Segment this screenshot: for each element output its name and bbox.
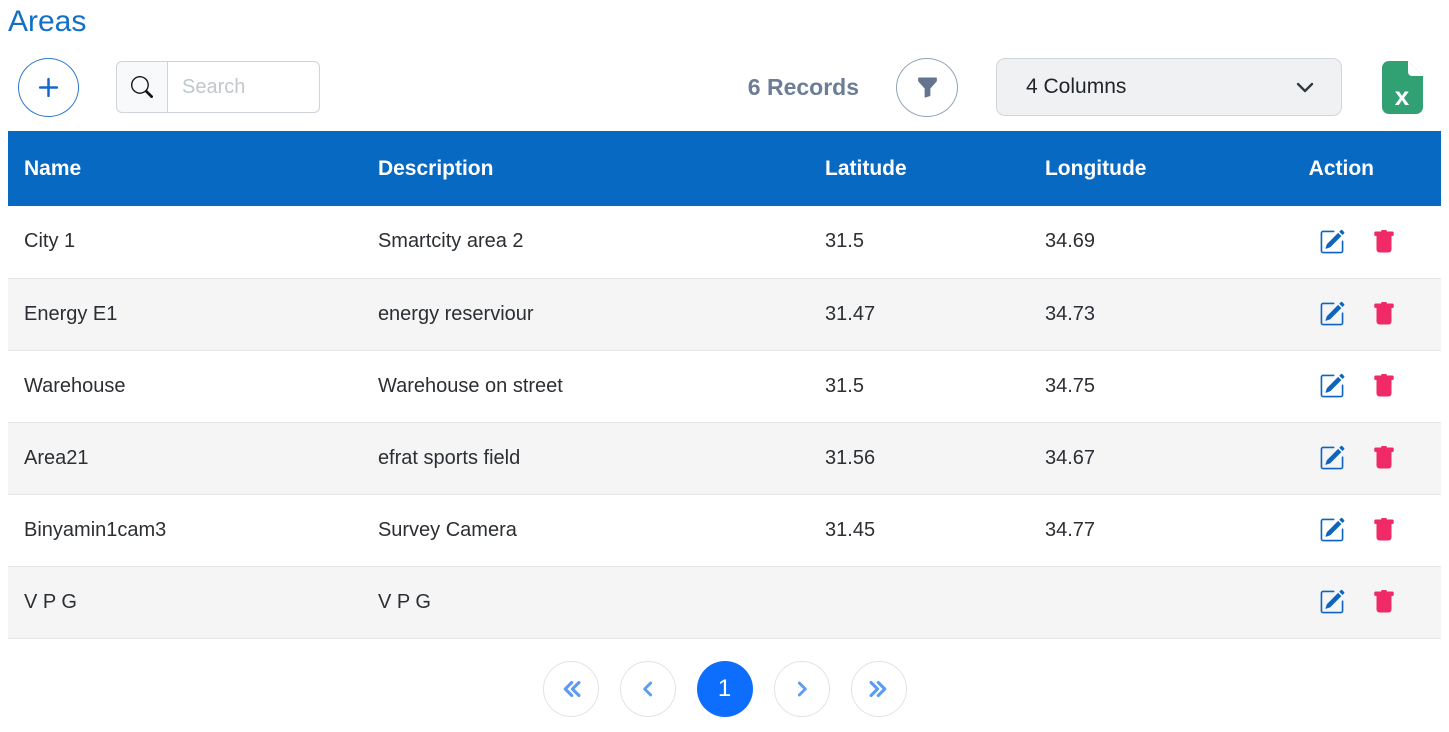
edit-button[interactable] [1319,589,1345,615]
cell-latitude: 31.45 [809,494,1029,566]
cell-latitude: 31.47 [809,278,1029,350]
columns-select-value: 4 Columns [1026,75,1126,99]
double-chevron-right-icon [866,676,892,702]
columns-select[interactable]: 4 Columns [996,58,1342,116]
cell-longitude: 34.67 [1029,422,1293,494]
cell-latitude [809,566,1029,638]
pencil-square-icon [1319,229,1345,255]
pagination-last-button[interactable] [851,661,907,717]
page-title: Areas [8,4,1441,40]
cell-name: V P G [8,566,362,638]
cell-action [1293,278,1441,350]
delete-button[interactable] [1372,230,1396,254]
trash-icon [1372,446,1396,470]
cell-description: Smartcity area 2 [362,206,809,278]
edit-button[interactable] [1319,301,1345,327]
table-row: V P G V P G [8,566,1441,638]
cell-description: V P G [362,566,809,638]
cell-action [1293,350,1441,422]
column-header-description: Description [362,131,809,206]
areas-table: Name Description Latitude Longitude Acti… [8,131,1441,639]
funnel-icon [916,76,939,99]
delete-button[interactable] [1372,302,1396,326]
cell-action [1293,566,1441,638]
cell-longitude: 34.75 [1029,350,1293,422]
search-icon [116,61,167,113]
table-header: Name Description Latitude Longitude Acti… [8,131,1441,206]
table-row: Area21 efrat sports field 31.56 34.67 [8,422,1441,494]
edit-button[interactable] [1319,445,1345,471]
pagination-next-button[interactable] [774,661,830,717]
pencil-square-icon [1319,373,1345,399]
cell-longitude [1029,566,1293,638]
cell-longitude: 34.73 [1029,278,1293,350]
pencil-square-icon [1319,517,1345,543]
cell-name: Energy E1 [8,278,362,350]
column-header-action: Action [1293,131,1441,206]
pagination-first-button[interactable] [543,661,599,717]
cell-name: Binyamin1cam3 [8,494,362,566]
edit-button[interactable] [1319,517,1345,543]
cell-description: Warehouse on street [362,350,809,422]
plus-icon [36,75,61,100]
chevron-down-icon [1293,75,1317,99]
table-row: Warehouse Warehouse on street 31.5 34.75 [8,350,1441,422]
trash-icon [1372,590,1396,614]
trash-icon [1372,518,1396,542]
cell-description: Survey Camera [362,494,809,566]
edit-button[interactable] [1319,373,1345,399]
cell-action [1293,494,1441,566]
pagination-prev-button[interactable] [620,661,676,717]
column-header-name: Name [8,131,362,206]
records-count: 6 Records [748,74,859,101]
pencil-square-icon [1319,301,1345,327]
trash-icon [1372,230,1396,254]
filter-button[interactable] [896,58,958,117]
svg-text:x: x [1395,81,1410,111]
cell-action [1293,422,1441,494]
toolbar: 6 Records 4 Columns x [18,56,1423,118]
cell-latitude: 31.5 [809,206,1029,278]
chevron-right-icon [790,677,814,701]
table-body: City 1 Smartcity area 2 31.5 34.69 [8,206,1441,638]
cell-name: Warehouse [8,350,362,422]
cell-latitude: 31.56 [809,422,1029,494]
delete-button[interactable] [1372,446,1396,470]
cell-latitude: 31.5 [809,350,1029,422]
areas-page: Areas 6 Records [0,4,1449,717]
table-row: Energy E1 energy reserviour 31.47 34.73 [8,278,1441,350]
pencil-square-icon [1319,445,1345,471]
trash-icon [1372,374,1396,398]
delete-button[interactable] [1372,518,1396,542]
cell-description: efrat sports field [362,422,809,494]
cell-action [1293,206,1441,278]
cell-description: energy reserviour [362,278,809,350]
delete-button[interactable] [1372,590,1396,614]
add-area-button[interactable] [18,58,79,117]
cell-longitude: 34.77 [1029,494,1293,566]
cell-name: City 1 [8,206,362,278]
column-header-latitude: Latitude [809,131,1029,206]
edit-button[interactable] [1319,229,1345,255]
double-chevron-left-icon [558,676,584,702]
chevron-left-icon [636,677,660,701]
column-header-longitude: Longitude [1029,131,1293,206]
pencil-square-icon [1319,589,1345,615]
pagination: 1 [8,661,1441,717]
export-excel-button[interactable]: x [1382,61,1423,114]
cell-longitude: 34.69 [1029,206,1293,278]
excel-file-icon: x [1382,61,1423,114]
search-group [116,61,320,113]
delete-button[interactable] [1372,374,1396,398]
search-input[interactable] [167,61,320,113]
table-row: Binyamin1cam3 Survey Camera 31.45 34.77 [8,494,1441,566]
cell-name: Area21 [8,422,362,494]
trash-icon [1372,302,1396,326]
pagination-page-1-button[interactable]: 1 [697,661,753,717]
table-row: City 1 Smartcity area 2 31.5 34.69 [8,206,1441,278]
